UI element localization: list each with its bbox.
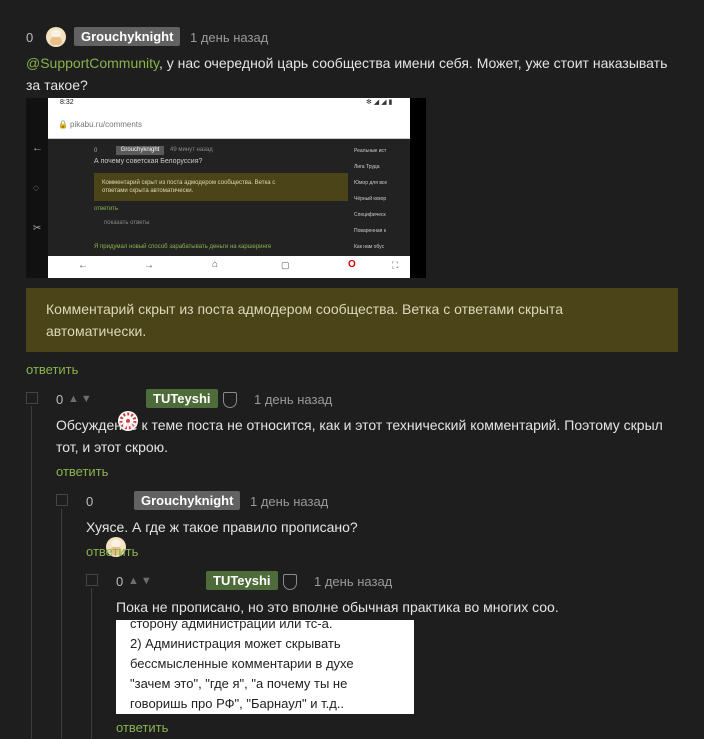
browser-forward-icon: →: [144, 260, 154, 271]
comment-text: @SupportCommunity, у нас очередной царь …: [26, 55, 668, 93]
inner-text: А почему советская Белоруссия?: [94, 158, 203, 165]
avatar[interactable]: [46, 27, 66, 47]
fullscreen-icon: ⛶: [392, 260, 399, 270]
collapse-thread-button[interactable]: [26, 392, 38, 404]
inner-reply: ответить: [94, 206, 119, 212]
inner-sidebar-item: Чёрный юмор: [354, 196, 387, 202]
comment-time[interactable]: 1 день назад: [314, 574, 392, 589]
reply-button[interactable]: ответить: [116, 720, 168, 735]
comment-1: 0 Grouchyknight 1 день назад @SupportCom…: [0, 0, 704, 377]
browser-home-icon: ⌂: [212, 259, 219, 270]
comment-text: Обсуждение к теме поста не относится, ка…: [56, 417, 663, 455]
inner-sidebar-item: Специфическ: [354, 212, 386, 218]
comment-rating: 0: [56, 392, 64, 407]
collapse-thread-button[interactable]: [86, 574, 98, 586]
signal-icon: ✻ ◢ ◢ ▮: [366, 99, 393, 106]
quote-line: 2) Администрация может скрывать: [130, 636, 341, 651]
quote-line: "зачем это", "где я", "а почему ты не: [130, 676, 348, 691]
collapse-thread-button[interactable]: [56, 494, 68, 506]
inner-sidebar-item: Поваренная к: [354, 228, 386, 234]
lock-icon: 🔒: [58, 120, 68, 129]
comment-time[interactable]: 1 день назад: [254, 392, 332, 407]
mention-link[interactable]: @SupportCommunity: [26, 55, 159, 71]
vote-arrows[interactable]: ▲▼: [68, 393, 94, 405]
comment-rating: 0: [86, 494, 94, 509]
comment-text: Пока не прописано, но это вполне обычная…: [116, 599, 559, 615]
opera-icon: O: [348, 259, 356, 270]
browser-bottom-bar: ← → ⌂ ▢ O ⛶: [48, 256, 410, 278]
inner-bottom-link: Я придумал новый способ зарабатывать ден…: [94, 244, 272, 250]
reply-button[interactable]: ответить: [26, 362, 78, 377]
comment-time[interactable]: 1 день назад: [190, 30, 268, 45]
username-badge[interactable]: TUTeyshi: [146, 389, 218, 408]
url-bar: 🔒 pikabu.ru/comments: [48, 110, 410, 139]
inner-sidebar-item: Юмор для все: [354, 180, 388, 186]
status-time: 8:32: [60, 99, 74, 106]
back-icon: ←: [32, 142, 43, 154]
inner-sidebar: Реальные ист Лига Труда Юмор для все Чёр…: [354, 148, 410, 260]
hidden-comment-notice: Комментарий скрыт из поста адмодером соо…: [26, 288, 678, 352]
inner-time: 49 минут назад: [170, 147, 213, 153]
quote-line: сторону администрации или тс-а.: [130, 620, 333, 631]
status-bar: 8:32 ✻ ◢ ◢ ▮: [48, 98, 410, 110]
inner-rating: 0: [94, 148, 98, 154]
phone-screen: 8:32 ✻ ◢ ◢ ▮ 🔒 pikabu.ru/comments 0 Grou…: [48, 98, 410, 278]
comment-text: Хуясе. А где ж такое правило прописано?: [86, 519, 358, 535]
moderator-shield-icon: [283, 574, 297, 590]
inner-username: Grouchyknight: [116, 146, 164, 155]
inner-sidebar-item: Реальные ист: [354, 148, 387, 154]
inner-show-replies: показать ответы: [104, 220, 150, 226]
quote-line: бессмысленные комментарии в духе: [130, 656, 354, 671]
comment-time[interactable]: 1 день назад: [250, 494, 328, 509]
browser-back-icon: ←: [78, 260, 88, 271]
browser-tabs-icon: ▢: [281, 260, 290, 270]
reply-button[interactable]: ответить: [86, 544, 138, 559]
username-badge[interactable]: TUTeyshi: [206, 571, 278, 590]
url-text: pikabu.ru/comments: [70, 120, 143, 129]
comment-rating: 0: [116, 574, 124, 589]
rotate-icon: ◌: [33, 183, 39, 194]
thread-line[interactable]: [31, 406, 32, 739]
comment-rating: 0: [26, 30, 34, 45]
embedded-screenshot[interactable]: ← ◌ ✂ 8:32 ✻ ◢ ◢ ▮ 🔒 pikabu.ru/comments …: [26, 98, 426, 278]
inner-sidebar-item: Лига Труда: [354, 164, 380, 170]
moderator-shield-icon: [223, 392, 237, 408]
inner-hidden-box: Комментарий скрыт из поста адмодером соо…: [94, 173, 348, 201]
vote-arrows[interactable]: ▲▼: [128, 575, 154, 587]
reply-button[interactable]: ответить: [56, 464, 108, 479]
quoted-image[interactable]: сторону администрации или тс-а. 2) Админ…: [116, 620, 414, 714]
thread-line[interactable]: [91, 588, 92, 739]
username-badge[interactable]: Grouchyknight: [74, 27, 181, 46]
scissors-icon: ✂: [33, 223, 42, 234]
thread-line[interactable]: [61, 508, 62, 739]
phone-nav-bar: ← ◌ ✂: [26, 98, 48, 278]
username-badge[interactable]: Grouchyknight: [134, 491, 241, 510]
quote-line: говоришь про РФ", "Барнаул" и т.д..: [130, 696, 345, 711]
